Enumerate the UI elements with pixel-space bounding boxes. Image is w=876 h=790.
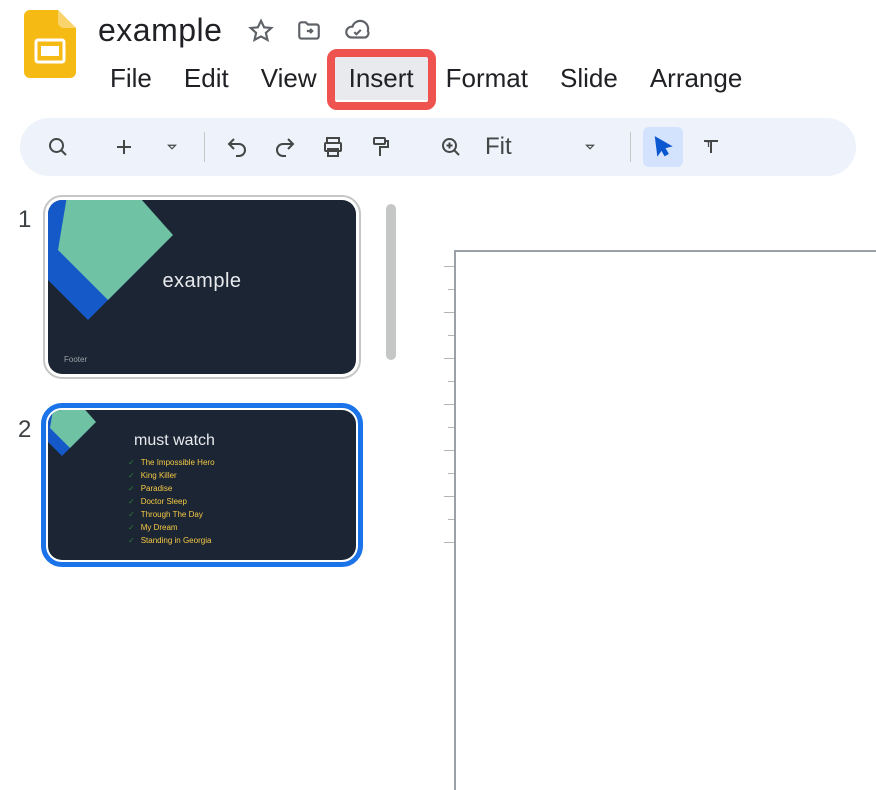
- divider: [204, 132, 205, 162]
- menu-insert[interactable]: Insert: [333, 57, 430, 100]
- menu-file[interactable]: File: [94, 57, 168, 100]
- zoom-button[interactable]: [431, 127, 471, 167]
- slide2-title-text: must watch: [134, 432, 215, 450]
- new-slide-button[interactable]: [104, 127, 144, 167]
- paint-format-button[interactable]: [361, 127, 401, 167]
- search-menus-button[interactable]: [38, 127, 78, 167]
- zoom-level-label[interactable]: Fit: [475, 133, 522, 161]
- menu-view[interactable]: View: [245, 57, 333, 100]
- undo-button[interactable]: [217, 127, 257, 167]
- thumbnail-scrollbar[interactable]: [386, 200, 396, 360]
- slide2-list: ✓The Impossible Hero ✓King Killer ✓Parad…: [128, 456, 215, 547]
- zoom-dropdown[interactable]: [570, 127, 610, 167]
- slide-canvas-area: [420, 200, 876, 226]
- new-slide-dropdown[interactable]: [152, 127, 192, 167]
- star-icon[interactable]: [248, 18, 274, 44]
- cloud-saved-icon[interactable]: [344, 18, 370, 44]
- slide-thumbnail-1[interactable]: example Footer: [48, 200, 356, 374]
- slide-number: 2: [18, 410, 48, 444]
- menu-bar: File Edit View Insert Format Slide Arran…: [94, 57, 876, 100]
- select-tool-button[interactable]: [643, 127, 683, 167]
- menu-edit[interactable]: Edit: [168, 57, 245, 100]
- menu-arrange[interactable]: Arrange: [634, 57, 759, 100]
- slide-number: 1: [18, 200, 48, 234]
- slide-canvas[interactable]: [454, 250, 876, 790]
- slide1-title-text: example: [48, 270, 356, 293]
- redo-button[interactable]: [265, 127, 305, 167]
- slide1-footer-text: Footer: [64, 355, 87, 364]
- toolbar: Fit: [20, 118, 856, 176]
- menu-format[interactable]: Format: [430, 57, 544, 100]
- slide-thumbnail-2[interactable]: must watch ✓The Impossible Hero ✓King Ki…: [48, 410, 356, 560]
- slides-logo-icon[interactable]: [24, 10, 76, 78]
- document-title[interactable]: example: [94, 10, 226, 51]
- text-box-button[interactable]: [691, 127, 731, 167]
- divider: [630, 132, 631, 162]
- slide-thumbnail-panel: 1 example Footer 2 must wa: [0, 200, 420, 596]
- move-folder-icon[interactable]: [296, 18, 322, 44]
- print-button[interactable]: [313, 127, 353, 167]
- menu-slide[interactable]: Slide: [544, 57, 634, 100]
